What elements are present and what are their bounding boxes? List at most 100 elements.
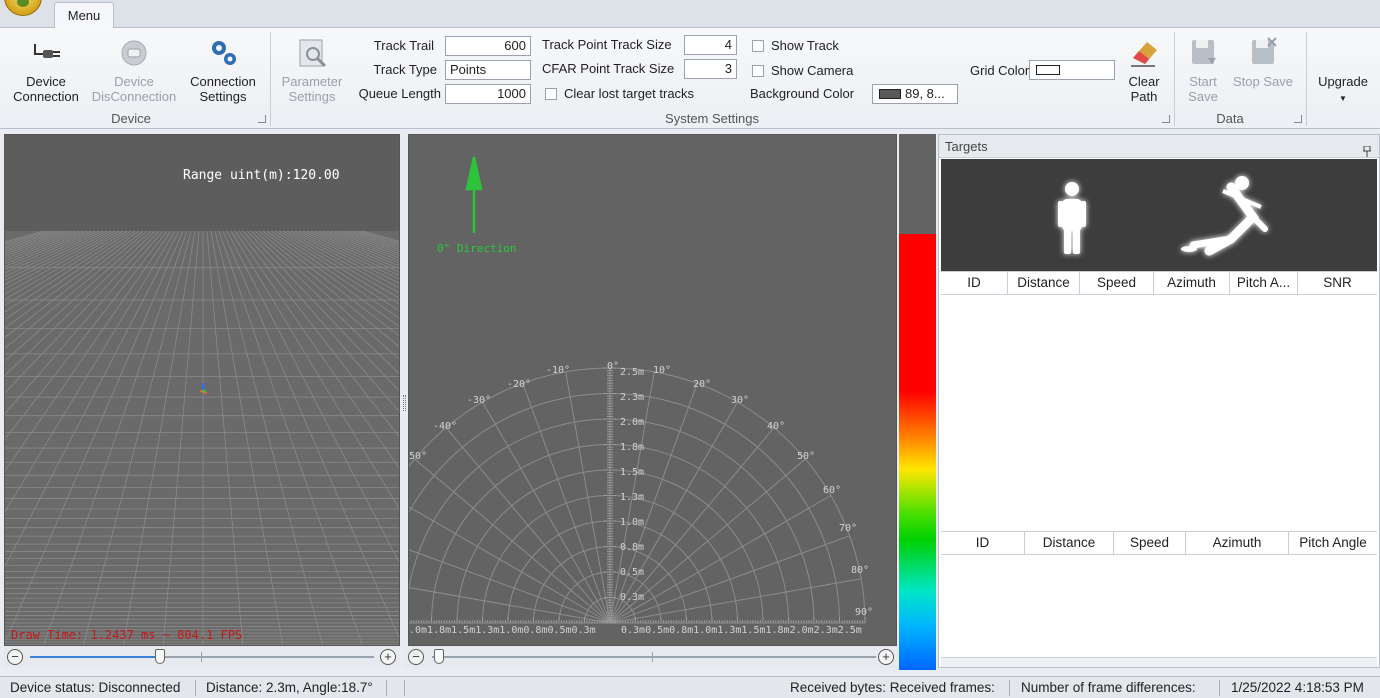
group-separator <box>270 32 271 126</box>
col-id[interactable]: ID <box>941 532 1025 554</box>
background-color-picker[interactable]: 89, 8... <box>872 84 958 104</box>
device-disconnection-button[interactable]: Device DisConnection <box>88 36 180 104</box>
colorbar-blank <box>899 134 936 234</box>
polar-view[interactable]: 0° Direction -10° 0° 10° -20° 20° -30° 30° -40°… <box>408 134 897 646</box>
angle-spoke <box>409 549 611 624</box>
col-distance[interactable]: Distance <box>1025 532 1114 554</box>
color-swatch <box>1036 65 1060 75</box>
status-separator <box>1219 680 1220 696</box>
device-group-launcher[interactable] <box>258 115 266 123</box>
datetime-status: 1/25/2022 4:18:53 PM <box>1231 680 1364 695</box>
track-point-size-input[interactable]: 4 <box>684 35 737 55</box>
splitter-handle[interactable] <box>403 395 406 411</box>
targets-panel: Targets ID Distance Speed Azimuth Pitch … <box>938 134 1380 668</box>
standing-person-icon <box>1058 182 1086 254</box>
cfar-point-size-input[interactable]: 3 <box>684 59 737 79</box>
col-pitch-angle[interactable]: Pitch Angle <box>1289 532 1377 554</box>
targets-panel-header: Targets <box>939 135 1379 158</box>
direction-arrow-icon <box>465 156 483 233</box>
show-track-checkbox[interactable]: Show Track <box>752 38 839 53</box>
col-id[interactable]: ID <box>941 272 1008 294</box>
upgrade-button[interactable]: Upgrade ▼ <box>1312 74 1374 106</box>
angle-label: -40° <box>433 421 458 432</box>
history-table-header: ID Distance Speed Azimuth Pitch Angle <box>941 531 1377 555</box>
show-camera-checkbox[interactable]: Show Camera <box>752 63 853 78</box>
range-scale-right: 0.3m0.5m0.8m1.0m1.3m1.5m1.8m2.0m2.3m2.5m <box>621 625 862 636</box>
clear-path-button[interactable]: Clear Path <box>1122 36 1166 104</box>
received-status: Received bytes: Received frames: <box>790 680 995 695</box>
data-group-launcher[interactable] <box>1294 115 1302 123</box>
angle-label: 0° <box>607 361 620 372</box>
unplug-icon <box>117 36 151 70</box>
pin-icon[interactable] <box>1363 141 1371 157</box>
range-label: 0.8m <box>620 542 645 553</box>
stop-save-button[interactable]: Stop Save <box>1228 36 1298 89</box>
save-stop-icon <box>1246 36 1280 70</box>
col-pitch-angle[interactable]: Pitch A... <box>1230 272 1298 294</box>
save-icon <box>1186 36 1220 70</box>
col-speed[interactable]: Speed <box>1114 532 1186 554</box>
zoom-thumb[interactable] <box>434 649 444 664</box>
frame-difference-status: Number of frame differences: <box>1021 680 1196 695</box>
polar-grid <box>409 156 866 624</box>
status-separator <box>1009 680 1010 696</box>
angle-label: 80° <box>851 565 870 576</box>
range-label: 2.0m <box>620 417 645 428</box>
angle-label: 10° <box>653 365 672 376</box>
cfar-point-size-label: CFAR Point Track Size <box>542 61 675 76</box>
start-save-button[interactable]: Start Save <box>1180 36 1226 104</box>
status-bar: Device status: Disconnected Distance: 2.… <box>0 676 1380 698</box>
axis-origin-icon <box>199 383 208 394</box>
targets-table-body[interactable] <box>941 295 1377 531</box>
app-menu-button[interactable] <box>4 0 42 16</box>
tab-menu[interactable]: Menu <box>54 2 114 29</box>
range-label: 0.3m <box>620 592 645 603</box>
angle-label: 90° <box>855 607 874 618</box>
queue-length-input[interactable]: 1000 <box>445 84 531 104</box>
angle-label: 50° <box>797 451 816 462</box>
group-label-system-settings: System Settings <box>665 111 759 126</box>
col-distance[interactable]: Distance <box>1008 272 1080 294</box>
clear-lost-tracks-checkbox[interactable]: Clear lost target tracks <box>545 86 694 101</box>
plug-icon <box>29 36 63 70</box>
grid-color-label: Grid Color <box>970 63 1030 78</box>
col-snr[interactable]: SNR <box>1298 272 1377 294</box>
range-label: 2.5m <box>620 367 645 378</box>
status-separator <box>404 680 405 696</box>
zoom-track[interactable] <box>432 656 876 658</box>
col-speed[interactable]: Speed <box>1080 272 1154 294</box>
angle-label: 50° <box>409 451 428 462</box>
track-trail-input[interactable]: 600 <box>445 36 531 56</box>
ribbon: Device Connection Device DisConnection C… <box>0 28 1380 129</box>
angle-label: 60° <box>823 485 842 496</box>
system-group-launcher[interactable] <box>1162 115 1170 123</box>
col-azimuth[interactable]: Azimuth <box>1154 272 1230 294</box>
zoom-thumb[interactable] <box>155 649 165 664</box>
zoom-out-icon[interactable]: − <box>7 649 23 665</box>
col-azimuth[interactable]: Azimuth <box>1186 532 1289 554</box>
zoom-center-tick <box>201 652 202 662</box>
zoom-in-icon[interactable]: + <box>380 649 396 665</box>
range-scale-left: .0m1.8m1.5m1.3m1.0m0.8m0.5m0.3m <box>409 625 596 636</box>
polar-zoom-bar: − + <box>404 646 898 668</box>
angle-label: 20° <box>693 379 712 390</box>
3d-view[interactable]: Range uint(m):120.00 Draw Time: 1.2437 m… <box>4 134 400 646</box>
history-table-body[interactable] <box>941 555 1377 657</box>
status-separator <box>195 680 196 696</box>
angle-spoke <box>409 587 611 624</box>
connection-settings-button[interactable]: Connection Settings <box>184 36 262 104</box>
angle-label: -10° <box>546 365 571 376</box>
zoom-in-icon[interactable]: + <box>878 649 894 665</box>
zoom-out-icon[interactable]: − <box>408 649 424 665</box>
track-type-select[interactable]: Points <box>445 60 531 80</box>
range-label: 1.8m <box>620 442 645 453</box>
range-unit-text: Range uint(m):120.00 <box>183 168 340 183</box>
device-connection-button[interactable]: Device Connection <box>8 36 84 104</box>
track-trail-label: Track Trail <box>373 38 434 53</box>
group-label-device: Device <box>111 111 151 126</box>
grid-color-picker[interactable] <box>1029 60 1115 80</box>
parameter-settings-button[interactable]: Parameter Settings <box>276 36 348 104</box>
panel-bottom-scrollbar[interactable] <box>941 657 1377 667</box>
direction-label: 0° Direction <box>437 242 517 255</box>
range-label: 1.5m <box>620 467 645 478</box>
